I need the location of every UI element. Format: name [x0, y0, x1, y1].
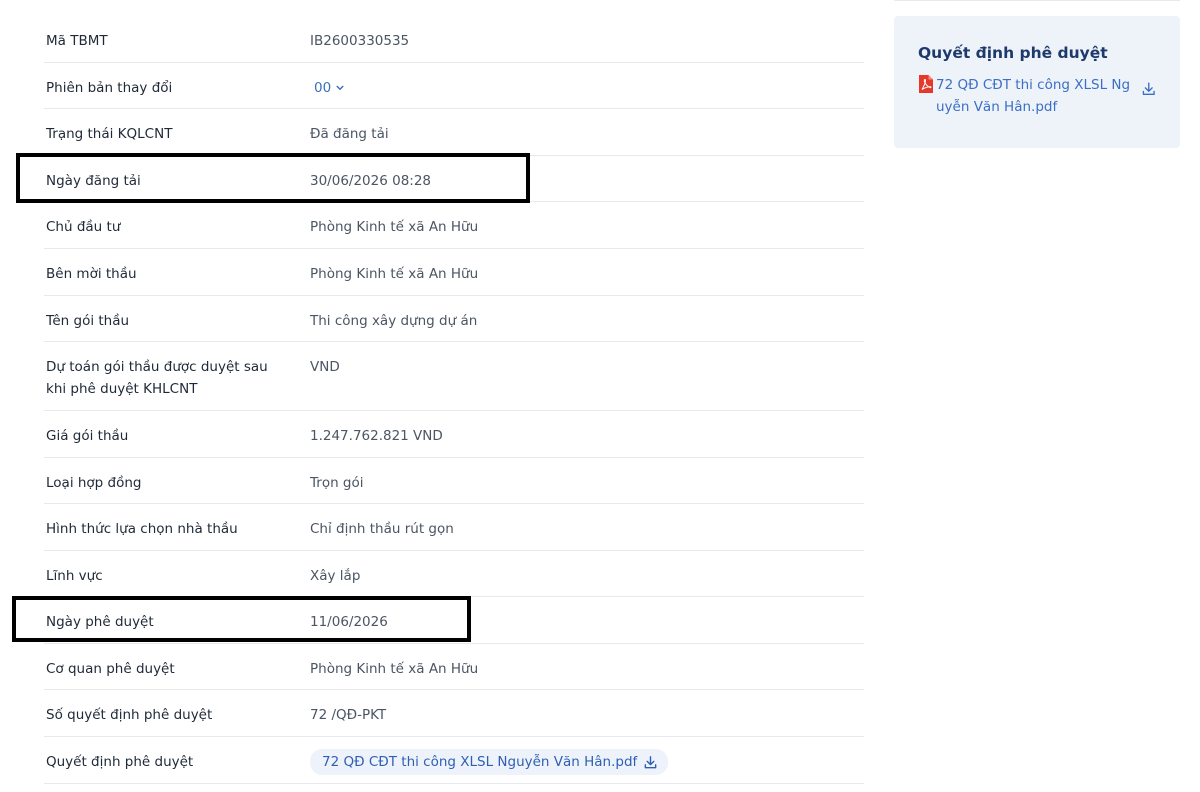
- row-ben-moi-thau: Bên mời thầu Phòng Kinh tế xã An Hữu: [44, 249, 864, 296]
- row-label: Quyết định phê duyệt: [46, 754, 194, 770]
- row-value: 72 /QĐ-PKT: [310, 707, 387, 723]
- row-value: Thi công xây dựng dự án: [310, 313, 478, 329]
- row-label: Hình thức lựa chọn nhà thầu: [46, 521, 238, 537]
- version-select[interactable]: 00: [310, 77, 344, 99]
- row-linh-vuc: Lĩnh vực Xây lắp: [44, 551, 864, 597]
- row-gia-goi-thau: Giá gói thầu 1.247.762.821 VND: [44, 411, 864, 458]
- row-value: IB2600330535: [310, 33, 410, 49]
- row-ngay-phe-duyet: Ngày phê duyệt 11/06/2026: [44, 597, 864, 644]
- row-label: Phiên bản thay đổi: [46, 80, 173, 96]
- row-value: Phòng Kinh tế xã An Hữu: [310, 661, 479, 677]
- bid-detail-table: Mã TBMT IB2600330535 Phiên bản thay đổi …: [44, 16, 864, 784]
- row-label: Mã TBMT: [46, 33, 108, 49]
- row-label: Trạng thái KQLCNT: [46, 126, 173, 142]
- row-value: 11/06/2026: [310, 614, 388, 630]
- row-label: Ngày đăng tải: [46, 173, 141, 189]
- row-chu-dau-tu: Chủ đầu tư Phòng Kinh tế xã An Hữu: [44, 202, 864, 249]
- row-label: Lĩnh vực: [46, 568, 103, 584]
- row-value: 1.247.762.821 VND: [310, 428, 443, 444]
- row-value: 30/06/2026 08:28: [310, 173, 432, 189]
- row-value: VND: [310, 359, 340, 375]
- chevron-down-icon: [336, 85, 344, 90]
- panel-file-link[interactable]: 72 QĐ CĐT thi công XLSL Nguyễn Văn Hân.p…: [918, 74, 1156, 118]
- row-value: Chỉ định thầu rút gọn: [310, 521, 454, 537]
- panel-file-name: 72 QĐ CĐT thi công XLSL Nguyễn Văn Hân.p…: [936, 77, 1131, 115]
- row-label: Tên gói thầu: [46, 313, 130, 329]
- row-value: Phòng Kinh tế xã An Hữu: [310, 219, 479, 235]
- decision-file-link[interactable]: 72 QĐ CĐT thi công XLSL Nguyễn Văn Hân.p…: [310, 749, 669, 775]
- decision-file-name: 72 QĐ CĐT thi công XLSL Nguyễn Văn Hân.p…: [322, 754, 638, 770]
- row-value: Đã đăng tải: [310, 126, 389, 142]
- row-so-quyet-dinh: Số quyết định phê duyệt 72 /QĐ-PKT: [44, 690, 864, 737]
- row-label: Cơ quan phê duyệt: [46, 661, 175, 677]
- row-label: Bên mời thầu: [46, 266, 137, 282]
- row-loai-hop-dong: Loại hợp đồng Trọn gói: [44, 458, 864, 504]
- row-value: Phòng Kinh tế xã An Hữu: [310, 266, 479, 282]
- row-label: Dự toán gói thầu được duyệt sau khi phê …: [46, 359, 268, 397]
- row-phien-ban: Phiên bản thay đổi 00: [44, 63, 864, 109]
- divider: [894, 0, 1180, 1]
- download-icon[interactable]: [1141, 81, 1157, 97]
- row-label: Số quyết định phê duyệt: [46, 707, 213, 723]
- row-value-wrap: 00: [310, 77, 864, 99]
- approval-decision-panel: Quyết định phê duyệt 72 QĐ CĐT thi công …: [894, 16, 1180, 148]
- row-label: Ngày phê duyệt: [46, 614, 154, 630]
- row-du-toan: Dự toán gói thầu được duyệt sau khi phê …: [44, 342, 864, 411]
- row-ma-tbmt: Mã TBMT IB2600330535: [44, 16, 864, 63]
- row-trang-thai: Trạng thái KQLCNT Đã đăng tải: [44, 109, 864, 156]
- download-icon: [644, 755, 657, 768]
- row-hinh-thuc: Hình thức lựa chọn nhà thầu Chỉ định thầ…: [44, 504, 864, 551]
- row-ngay-dang-tai: Ngày đăng tải 30/06/2026 08:28: [44, 156, 864, 202]
- panel-title: Quyết định phê duyệt: [918, 44, 1108, 62]
- row-ten-goi-thau: Tên gói thầu Thi công xây dựng dự án: [44, 296, 864, 342]
- row-label: Chủ đầu tư: [46, 219, 121, 235]
- row-co-quan-phe-duyet: Cơ quan phê duyệt Phòng Kinh tế xã An Hữ…: [44, 644, 864, 690]
- version-select-value: 00: [314, 80, 332, 96]
- row-value: Xây lắp: [310, 568, 361, 584]
- row-label: Loại hợp đồng: [46, 475, 142, 491]
- row-value-wrap: 72 QĐ CĐT thi công XLSL Nguyễn Văn Hân.p…: [310, 749, 864, 775]
- pdf-file-icon: [919, 75, 933, 93]
- row-value: Trọn gói: [310, 475, 364, 491]
- row-quyet-dinh-phe-duyet: Quyết định phê duyệt 72 QĐ CĐT thi công …: [44, 737, 864, 784]
- row-label: Giá gói thầu: [46, 428, 129, 444]
